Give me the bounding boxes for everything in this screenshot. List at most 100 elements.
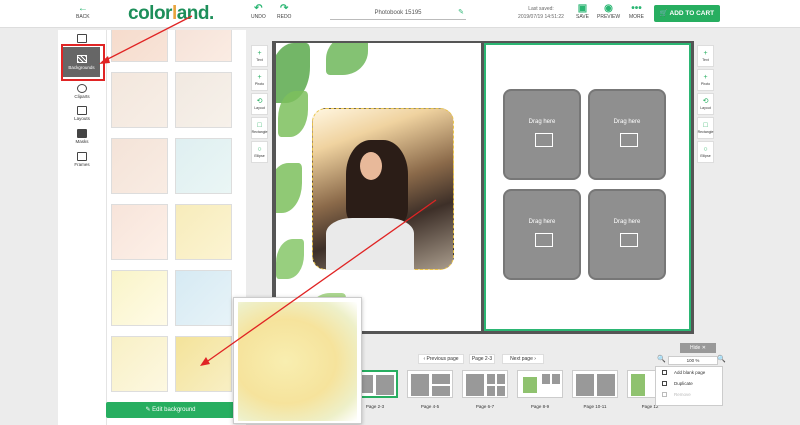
layout-tool[interactable]: ⟲ Layout (697, 93, 714, 115)
remove-item[interactable]: Remove (656, 389, 722, 400)
hide-strip-button[interactable]: Hide ✕ (680, 343, 716, 353)
layout-icon: ⟲ (256, 98, 263, 105)
photo-drop-slot[interactable]: Drag here (503, 89, 581, 180)
undo-icon: ↶ (254, 3, 263, 14)
add-photo-tool[interactable]: + Photo (697, 69, 714, 91)
photo-hair (346, 140, 408, 226)
preview-button[interactable]: ◉ PREVIEW (597, 3, 620, 20)
background-preview-popup (233, 297, 362, 424)
background-thumbnail[interactable] (111, 30, 168, 62)
last-saved-info: Last saved: 2019/07/19 14:51:22 (518, 6, 564, 20)
undo-button[interactable]: ↶ UNDO (251, 3, 266, 20)
background-thumbnail[interactable] (175, 204, 232, 260)
current-page-indicator: Page 2-3 (469, 354, 495, 364)
photo-icon: + (703, 74, 708, 81)
zoom-level-field[interactable]: 100 % (668, 356, 718, 365)
trash-icon (662, 392, 667, 397)
photo-shirt (326, 218, 414, 270)
frames-icon (77, 152, 87, 161)
chevron-right-icon: › (532, 356, 536, 362)
page-navigation: ‹ Previous page Page 2-3 Next page › (356, 353, 656, 365)
add-text-tool[interactable]: + Text (251, 45, 268, 67)
photo-icon: + (257, 74, 262, 81)
rail-item-cliparts[interactable]: Cliparts (58, 84, 106, 99)
zoom-out-icon[interactable]: 🔍 (657, 355, 666, 363)
add-image-icon (535, 233, 553, 247)
rail-item-layouts[interactable]: Layouts (58, 106, 106, 121)
right-page[interactable] (484, 43, 691, 331)
page-thumbnail[interactable] (517, 370, 563, 398)
layout-icon: ⟲ (702, 98, 709, 105)
rail-item-frames[interactable]: Frames (58, 152, 106, 167)
photo-face (360, 152, 382, 180)
ellipse-tool[interactable]: ○ Ellipse (697, 141, 714, 163)
text-icon: + (703, 50, 708, 57)
background-thumbnail[interactable] (111, 336, 168, 392)
eye-icon: ◉ (604, 3, 613, 14)
add-text-tool[interactable]: + Text (697, 45, 714, 67)
back-button[interactable]: ← BACK (76, 3, 90, 20)
ellipse-icon: ○ (703, 146, 708, 153)
rectangle-tool[interactable]: □ Rectangle (251, 117, 268, 139)
background-thumbnail[interactable] (111, 204, 168, 260)
leaf-decoration (326, 43, 368, 75)
ellipse-icon: ○ (257, 146, 262, 153)
page-thumbnail-strip: Page 2-3 Page 4-5 Page 6-7 Page 8-9 Page… (350, 366, 673, 410)
background-thumbnail[interactable] (175, 72, 232, 128)
top-toolbar: ← BACK colorland. ↶ UNDO ↷ REDO Photoboo… (0, 0, 800, 28)
page-context-menu: Add blank page Duplicate Remove (655, 366, 723, 406)
edit-background-button[interactable]: ✎ Edit background (106, 402, 235, 418)
leaf-decoration (276, 163, 302, 213)
add-photo-tool[interactable]: + Photo (251, 69, 268, 91)
cliparts-icon (77, 84, 87, 93)
masks-icon (77, 129, 87, 138)
background-preview-image (238, 302, 357, 421)
image-icon (77, 34, 87, 43)
leaf-decoration (276, 239, 304, 279)
backgrounds-panel (106, 30, 246, 425)
layouts-icon (77, 106, 87, 115)
more-dots-icon: ••• (631, 3, 642, 14)
cart-icon: 🛒 (659, 10, 670, 17)
background-thumbnail[interactable] (111, 270, 168, 326)
background-thumbnail[interactable] (175, 138, 232, 194)
photo-drop-slot[interactable]: Drag here (503, 189, 581, 280)
rectangle-icon: □ (703, 122, 708, 129)
layout-tool[interactable]: ⟲ Layout (251, 93, 268, 115)
background-thumbnail[interactable] (175, 270, 232, 326)
rectangle-icon: □ (257, 122, 262, 129)
previous-page-button[interactable]: ‹ Previous page (418, 354, 464, 364)
save-button[interactable]: ▣ SAVE (576, 3, 589, 20)
rectangle-tool[interactable]: □ Rectangle (697, 117, 714, 139)
add-image-icon (535, 133, 553, 147)
next-page-button[interactable]: Next page › (502, 354, 544, 364)
background-thumbnail[interactable] (175, 30, 232, 62)
add-blank-page-item[interactable]: Add blank page (656, 367, 722, 378)
page-thumbnail[interactable] (407, 370, 453, 398)
background-thumbnail[interactable] (111, 72, 168, 128)
background-thumbnail[interactable] (175, 336, 232, 392)
redo-icon: ↷ (280, 3, 289, 14)
ellipse-tool[interactable]: ○ Ellipse (251, 141, 268, 163)
background-thumbnail[interactable] (111, 138, 168, 194)
photobook-title-field[interactable]: Photobook 15195 ✎ (330, 6, 466, 20)
photo-drop-slot[interactable]: Drag here (588, 189, 666, 280)
more-button[interactable]: ••• MORE (629, 3, 644, 20)
add-page-icon (662, 370, 667, 375)
pencil-icon[interactable]: ✎ (458, 6, 464, 20)
add-to-cart-button[interactable]: 🛒 ADD TO CART (654, 5, 720, 22)
duplicate-item[interactable]: Duplicate (656, 378, 722, 389)
page-thumbnail[interactable] (462, 370, 508, 398)
canvas-tools-left: + Text + Photo ⟲ Layout □ Rectangle ○ Ellipse (251, 45, 268, 165)
zoom-in-icon[interactable]: 🔍 (717, 355, 726, 363)
duplicate-icon (662, 381, 667, 386)
save-icon: ▣ (577, 3, 588, 14)
add-image-icon (620, 133, 638, 147)
rail-photos-item[interactable] (58, 34, 106, 44)
rail-item-masks[interactable]: Masks (58, 129, 106, 144)
page-thumbnail[interactable] (572, 370, 618, 398)
add-image-icon (620, 233, 638, 247)
text-icon: + (257, 50, 262, 57)
photo-drop-slot[interactable]: Drag here (588, 89, 666, 180)
redo-button[interactable]: ↷ REDO (277, 3, 291, 20)
